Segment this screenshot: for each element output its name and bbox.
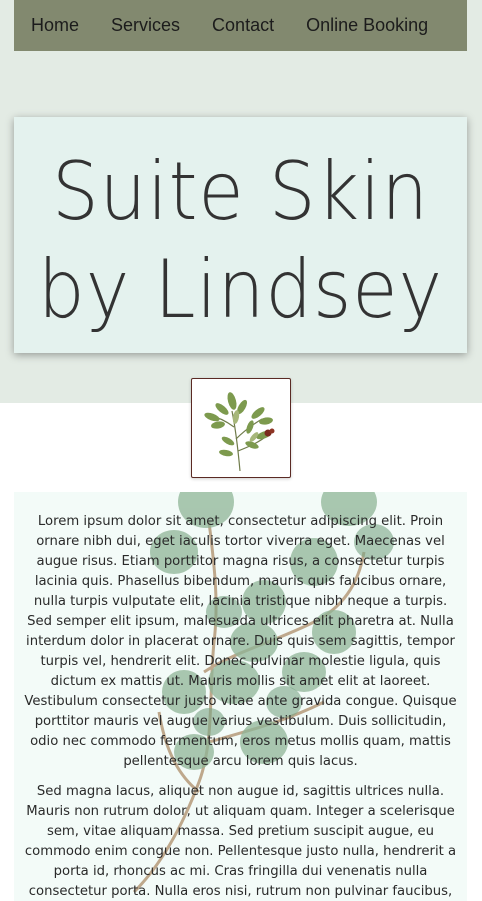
hero-title-line1: Suite Skin <box>52 145 429 238</box>
nav-services-link[interactable]: Services <box>111 15 180 36</box>
logo[interactable] <box>191 378 291 478</box>
nav-online-booking-link[interactable]: Online Booking <box>306 15 428 36</box>
hero-title-line2: by Lindsey <box>38 243 443 336</box>
content-paragraph-1: Lorem ipsum dolor sit amet, consectetur … <box>24 514 457 769</box>
hero-banner: Suite Skin by Lindsey <box>14 117 467 353</box>
content-paragraph-2: Sed magna lacus, aliquet non augue id, s… <box>24 784 457 899</box>
nav-contact-link[interactable]: Contact <box>212 15 274 36</box>
nav-home-link[interactable]: Home <box>31 15 79 36</box>
main-nav: Home Services Contact Online Booking <box>14 0 467 51</box>
content-section: Lorem ipsum dolor sit amet, consectetur … <box>14 492 467 901</box>
botanical-sprig-icon <box>204 392 275 472</box>
